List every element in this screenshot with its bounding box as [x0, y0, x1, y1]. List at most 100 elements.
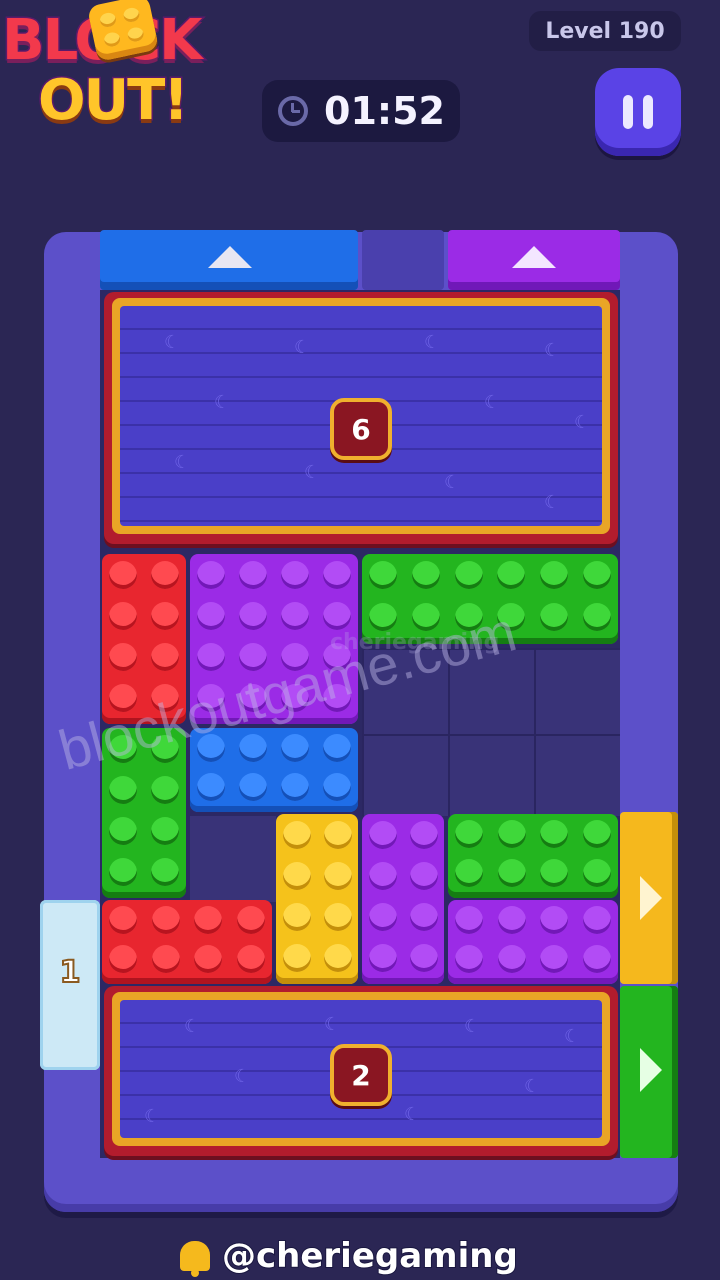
brick-stud: [323, 902, 352, 931]
brick-stud: [197, 601, 225, 630]
bell-icon: [180, 1241, 210, 1277]
empty-cell: [190, 816, 276, 902]
brick-stud: [282, 943, 311, 972]
level-indicator: Level 190: [529, 11, 681, 51]
crate-bottom[interactable]: ☾ ☾ ☾ ☾ ☾ ☾ ☾ ☾ 2: [104, 986, 618, 1156]
up-arrow-icon: [512, 246, 556, 268]
exit-gate-blue: [100, 230, 358, 290]
brick-stud: [540, 819, 569, 848]
brick-stud: [197, 772, 225, 801]
brick-stud: [151, 560, 179, 589]
brick-stud: [282, 902, 311, 931]
brick-stud: [412, 561, 440, 589]
crate-top-count: 6: [330, 398, 392, 460]
brick-stud: [455, 858, 484, 887]
brick-stud: [409, 820, 438, 849]
brick-stud: [239, 560, 267, 589]
brick-stud: [109, 944, 138, 973]
brick-stud: [109, 816, 137, 845]
brick-stud: [582, 819, 611, 848]
brick-stud: [151, 857, 179, 886]
brick-stud: [368, 902, 397, 931]
brick-stud: [281, 601, 309, 630]
brick-stud: [194, 905, 223, 934]
brick-stud: [409, 943, 438, 972]
brick-stud: [151, 905, 180, 934]
brick-stud: [281, 772, 309, 801]
pause-icon: [623, 95, 633, 129]
brick-stud: [239, 733, 267, 762]
brick-stud: [455, 905, 484, 934]
brick-purple[interactable]: [448, 900, 618, 984]
exit-gate-empty: [362, 230, 444, 290]
brick-stud: [497, 944, 526, 973]
brick-stud: [282, 820, 311, 849]
brick-stud: [368, 943, 397, 972]
brick-stud: [368, 820, 397, 849]
exit-gate-green: [620, 986, 678, 1158]
brick-stud: [109, 560, 137, 589]
brick-stud: [151, 944, 180, 973]
clock-icon: [278, 96, 308, 126]
brick-stud: [151, 816, 179, 845]
brick-stud: [582, 905, 611, 934]
brick-stud: [239, 601, 267, 630]
brick-stud: [323, 560, 351, 589]
brick-stud: [281, 560, 309, 589]
brick-stud: [369, 603, 398, 631]
game-logo: BLOCK OUT!: [0, 0, 265, 150]
brick-stud: [323, 601, 351, 630]
brick-stud: [497, 905, 526, 934]
brick-red[interactable]: [102, 900, 272, 984]
brick-stud: [497, 561, 526, 589]
brick-stud: [454, 561, 483, 589]
timer-text: 01:52: [324, 89, 445, 133]
brick-stud: [409, 861, 438, 890]
brick-stud: [109, 905, 138, 934]
brick-stud: [236, 905, 265, 934]
brick-stud: [540, 905, 569, 934]
pause-button[interactable]: [595, 68, 681, 156]
brick-stud: [409, 902, 438, 931]
exit-gate-yellow: [620, 812, 678, 984]
brick-stud: [197, 642, 225, 671]
brick-stud: [282, 861, 311, 890]
up-arrow-icon: [208, 246, 252, 268]
brick-stud: [497, 819, 526, 848]
brick-yellow[interactable]: [276, 814, 358, 984]
brick-stud: [369, 561, 398, 589]
footer-handle: @cheriegaming: [180, 1232, 560, 1280]
brick-stud: [368, 861, 397, 890]
right-arrow-icon: [640, 1048, 662, 1092]
brick-stud: [151, 601, 179, 630]
brick-stud: [194, 944, 223, 973]
brick-stud: [323, 733, 351, 762]
brick-green[interactable]: [448, 814, 618, 898]
brick-stud: [582, 858, 611, 887]
brick-stud: [582, 944, 611, 973]
brick-stud: [151, 642, 179, 671]
brick-stud: [109, 857, 137, 886]
crate-top[interactable]: ☾☾ ☾☾ ☾☾ ☾☾ ☾☾ ☾☾ 6: [104, 292, 618, 544]
crate-bottom-count: 2: [330, 1044, 392, 1106]
right-arrow-icon: [640, 876, 662, 920]
brick-stud: [236, 944, 265, 973]
brick-purple[interactable]: [362, 814, 444, 984]
channel-handle: @cheriegaming: [221, 1235, 519, 1277]
brick-stud: [455, 819, 484, 848]
logo-text-line2: OUT!: [37, 67, 191, 135]
timer: 01:52: [262, 80, 460, 142]
ice-count: 1: [59, 954, 82, 991]
brick-stud: [109, 642, 137, 671]
brick-stud: [323, 772, 351, 801]
brick-stud: [323, 861, 352, 890]
brick-stud: [281, 733, 309, 762]
brick-stud: [455, 944, 484, 973]
brick-stud: [197, 560, 225, 589]
brick-stud: [151, 775, 179, 804]
brick-stud: [323, 943, 352, 972]
brick-stud: [109, 775, 137, 804]
brick-stud: [497, 858, 526, 887]
brick-stud: [239, 772, 267, 801]
exit-gate-purple: [448, 230, 620, 290]
